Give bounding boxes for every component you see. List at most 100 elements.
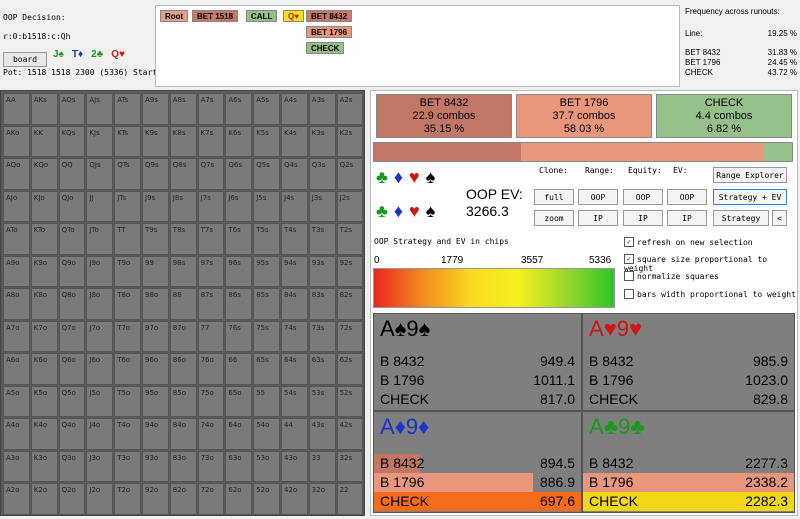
hand-cell[interactable]: K8o <box>30 288 58 320</box>
combo-ad9d[interactable]: A♦9♦ B 8432 894.5 B 1796 886.9 CHECK 697.6 <box>373 411 582 513</box>
hand-cell[interactable]: K9o <box>30 255 58 287</box>
tree-node-root[interactable]: Root <box>160 10 189 22</box>
suit-filter-icon[interactable]: ♦ <box>394 167 403 187</box>
combo-ah9h[interactable]: A♥9♥ B 8432 985.9 B 1796 1023.0 CHECK 829.8 <box>582 313 795 411</box>
hand-cell[interactable]: KJs <box>86 125 114 157</box>
hand-cell[interactable]: K5o <box>30 385 58 417</box>
hand-cell[interactable]: T3o <box>114 450 141 482</box>
hand-cell[interactable]: T3s <box>308 223 336 255</box>
hand-cell[interactable]: AQo <box>3 158 30 190</box>
hand-cell[interactable]: T2o <box>114 483 141 515</box>
hand-cell[interactable]: J7s <box>197 190 225 222</box>
range-explorer-button[interactable]: Range Explorer <box>713 167 787 183</box>
hand-cell[interactable]: A4s <box>281 93 308 125</box>
hand-cell[interactable]: 95o <box>142 385 169 417</box>
hand-cell[interactable]: Q4o <box>58 418 86 450</box>
hand-cell[interactable]: K6s <box>225 125 253 157</box>
hand-cell[interactable]: 62s <box>336 353 364 385</box>
hand-cell[interactable]: 77 <box>197 320 225 352</box>
refresh-checkbox[interactable]: ✓ refresh on new selection <box>624 237 753 247</box>
hand-cell[interactable]: K4o <box>30 418 58 450</box>
hand-cell[interactable]: AKo <box>3 125 30 157</box>
hand-cell[interactable]: T4o <box>114 418 141 450</box>
hand-cell[interactable]: 97o <box>142 320 169 352</box>
hand-cell[interactable]: 72s <box>336 320 364 352</box>
hand-cell[interactable]: 98s <box>169 255 197 287</box>
hand-cell[interactable]: 22 <box>336 483 364 515</box>
hand-cell[interactable]: A5s <box>253 93 280 125</box>
hand-cell[interactable]: Q9o <box>58 255 86 287</box>
hand-cell[interactable]: 32s <box>336 450 364 482</box>
hand-cell[interactable]: J5o <box>86 385 114 417</box>
ev-ip-button[interactable]: IP <box>667 210 707 226</box>
hand-cell[interactable]: 64s <box>281 353 308 385</box>
hand-cell[interactable]: 87s <box>197 288 225 320</box>
ev-oop-button[interactable]: OOP <box>667 189 707 205</box>
tree-node-turn-card[interactable]: Q♥ <box>283 10 304 22</box>
hand-cell[interactable]: J4s <box>281 190 308 222</box>
strategy-button[interactable]: Strategy <box>713 210 769 226</box>
hand-cell[interactable]: 97s <box>197 255 225 287</box>
hand-cell[interactable]: 92s <box>336 255 364 287</box>
hand-cell[interactable]: KQo <box>30 158 58 190</box>
hand-cell[interactable]: K2o <box>30 483 58 515</box>
hand-cell[interactable]: TT <box>114 223 141 255</box>
hand-cell[interactable]: K3o <box>30 450 58 482</box>
hand-cell[interactable]: 72o <box>197 483 225 515</box>
summary-check[interactable]: CHECK 4.4 combos 6.82 % <box>656 94 792 138</box>
hand-cell[interactable]: Q9s <box>142 158 169 190</box>
hand-cell[interactable]: A4o <box>3 418 30 450</box>
hand-cell[interactable]: K5s <box>253 125 280 157</box>
hand-cell[interactable]: K3s <box>308 125 336 157</box>
hand-cell[interactable]: ATs <box>114 93 141 125</box>
hand-cell[interactable]: 92o <box>142 483 169 515</box>
hand-cell[interactable]: K7o <box>30 320 58 352</box>
strategy-ev-button[interactable]: Strategy + EV <box>713 189 787 205</box>
hand-cell[interactable]: JTs <box>114 190 141 222</box>
hand-cell[interactable]: 75s <box>253 320 280 352</box>
hand-cell[interactable]: J8o <box>86 288 114 320</box>
hand-cell[interactable]: J8s <box>169 190 197 222</box>
suit-filter-icon[interactable]: ♣ <box>376 201 388 221</box>
hand-cell[interactable]: 76s <box>225 320 253 352</box>
normalize-checkbox[interactable]: normalize squares <box>624 271 719 281</box>
hand-cell[interactable]: Q7o <box>58 320 86 352</box>
hand-cell[interactable]: A3o <box>3 450 30 482</box>
hand-cell[interactable]: T7s <box>197 223 225 255</box>
hand-cell[interactable]: J6s <box>225 190 253 222</box>
hand-cell[interactable]: A3s <box>308 93 336 125</box>
hand-cell[interactable]: 32o <box>308 483 336 515</box>
hand-cell[interactable]: 94s <box>281 255 308 287</box>
hand-cell[interactable]: Q8o <box>58 288 86 320</box>
hand-cell[interactable]: 94o <box>142 418 169 450</box>
hand-cell[interactable]: JTo <box>86 223 114 255</box>
board-button[interactable]: board <box>3 52 47 67</box>
hand-cell[interactable]: J5s <box>253 190 280 222</box>
suit-filter-icon[interactable]: ♠ <box>426 167 436 187</box>
hand-cell[interactable]: QTo <box>58 223 86 255</box>
hand-cell[interactable]: 73s <box>308 320 336 352</box>
hand-cell[interactable]: 53s <box>308 385 336 417</box>
bars-width-checkbox[interactable]: bars width proportional to weight <box>624 289 796 299</box>
hand-cell[interactable]: A2o <box>3 483 30 515</box>
hand-cell[interactable]: J7o <box>86 320 114 352</box>
hand-cell[interactable]: AKs <box>30 93 58 125</box>
hand-cell[interactable]: 55 <box>253 385 280 417</box>
hand-cell[interactable]: 64o <box>225 418 253 450</box>
hand-cell[interactable]: QJo <box>58 190 86 222</box>
hand-cell[interactable]: KK <box>30 125 58 157</box>
hand-cell[interactable]: 74o <box>197 418 225 450</box>
hand-cell[interactable]: 99 <box>142 255 169 287</box>
hand-cell[interactable]: Q6o <box>58 353 86 385</box>
hand-cell[interactable]: 52o <box>253 483 280 515</box>
clone-full-button[interactable]: full <box>534 189 574 205</box>
hand-cell[interactable]: 93o <box>142 450 169 482</box>
collapse-arrow-button[interactable]: < <box>772 210 787 226</box>
hand-cell[interactable]: A8o <box>3 288 30 320</box>
hand-cell[interactable]: 43s <box>308 418 336 450</box>
combo-ac9c[interactable]: A♣9♣ B 8432 2277.3 B 1796 2338.2 CHECK 2282.3 <box>582 411 795 513</box>
hand-cell[interactable]: 95s <box>253 255 280 287</box>
hand-cell[interactable]: AA <box>3 93 30 125</box>
hand-cell[interactable]: 42s <box>336 418 364 450</box>
hand-cell[interactable]: 76o <box>197 353 225 385</box>
